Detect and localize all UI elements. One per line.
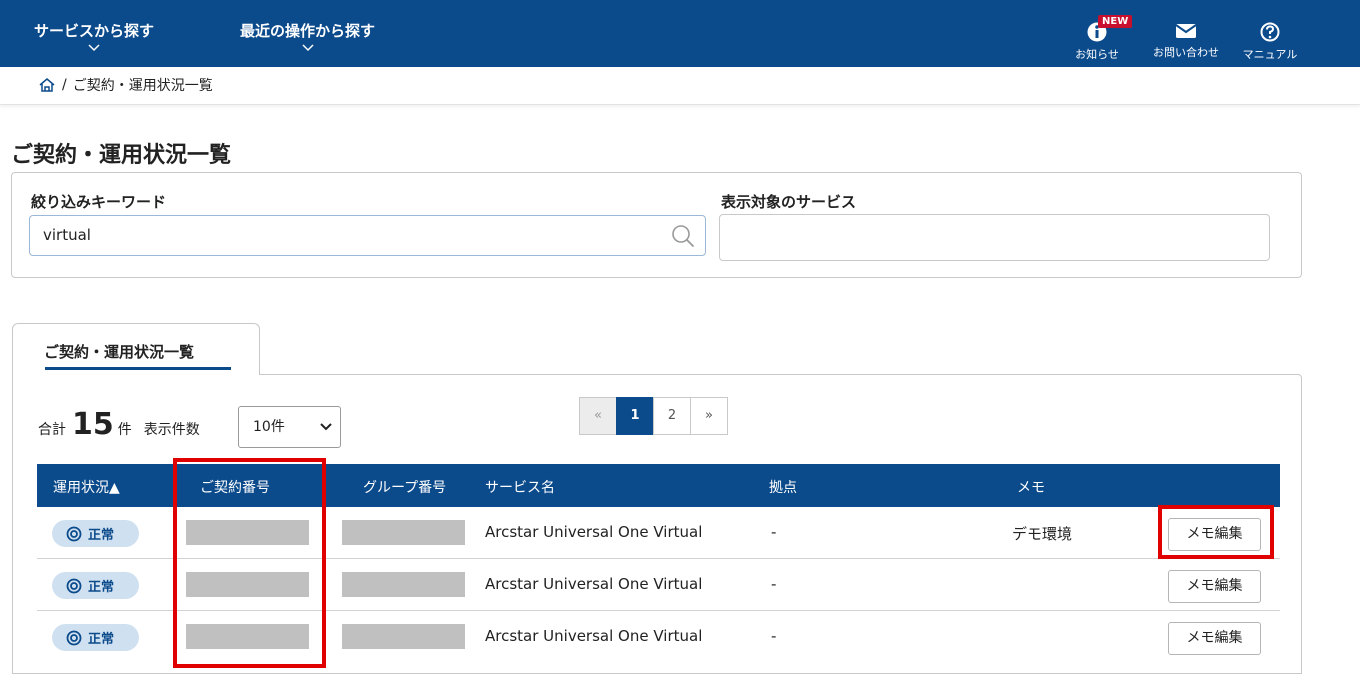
service-name: Arcstar Universal One Virtual [485, 575, 703, 593]
new-badge: NEW [1098, 15, 1133, 28]
group-number-redacted [342, 520, 465, 545]
search-icon[interactable] [671, 224, 695, 248]
service-filter-input[interactable] [719, 214, 1270, 261]
news-label: お知らせ [1075, 48, 1119, 61]
per-page-select[interactable]: 10件 [238, 406, 341, 448]
nav-service-label: サービスから探す [34, 22, 155, 40]
pagination-page-2[interactable]: 2 [653, 397, 691, 435]
contract-number-highlight [173, 458, 326, 668]
nav-service-menu[interactable]: サービスから探す [34, 20, 154, 53]
keyword-label: 絞り込みキーワード [31, 193, 167, 211]
tab-label: ご契約・運用状況一覧 [44, 343, 195, 361]
nav-recent-menu[interactable]: 最近の操作から探す [240, 20, 375, 53]
manual-link[interactable]: マニュアル [1230, 22, 1310, 62]
group-number-redacted [342, 572, 465, 597]
service-name: Arcstar Universal One Virtual [485, 523, 703, 541]
keyword-search-input[interactable]: virtual [29, 215, 706, 256]
mail-icon [1175, 24, 1197, 38]
per-page-label: 表示件数 [143, 422, 200, 438]
header-site[interactable]: 拠点 [769, 477, 797, 497]
group-number-redacted [342, 624, 465, 649]
service-name: Arcstar Universal One Virtual [485, 627, 703, 645]
tab-contract-status[interactable]: ご契約・運用状況一覧 [12, 323, 260, 375]
status-ok-icon [66, 630, 82, 645]
keyword-value: virtual [43, 226, 91, 244]
top-navigation-bar: サービスから探す 最近の操作から探す お知らせ NEW お問い合わせ マニュアル [0, 0, 1360, 67]
site: - [771, 575, 777, 593]
pagination: « 1 2 » [579, 397, 728, 435]
memo-edit-button[interactable]: メモ編集 [1168, 622, 1261, 655]
news-link[interactable]: お知らせ [1057, 22, 1137, 62]
tab-active-indicator [45, 367, 231, 370]
total-number: 15 [72, 407, 114, 442]
total-count: 合計 15 件 表示件数 [38, 407, 200, 442]
chevron-down-icon [88, 44, 100, 52]
site: - [771, 627, 777, 645]
page-title: ご契約・運用状況一覧 [11, 143, 232, 168]
memo-edit-highlight [1158, 505, 1274, 559]
chevron-down-icon [301, 44, 314, 52]
pagination-prev[interactable]: « [579, 397, 617, 435]
status-badge: 正常 [52, 520, 139, 547]
service-filter-label: 表示対象のサービス [721, 193, 857, 211]
pagination-next[interactable]: » [690, 397, 728, 435]
header-memo[interactable]: メモ [1017, 477, 1045, 497]
status-badge: 正常 [52, 624, 139, 651]
status-label: 正常 [88, 528, 115, 543]
memo: デモ環境 [1012, 525, 1073, 543]
breadcrumb: / ご契約・運用状況一覧 [38, 75, 213, 95]
status-ok-icon [66, 526, 82, 541]
help-icon [1260, 22, 1280, 42]
header-service-name[interactable]: サービス名 [485, 477, 555, 497]
contact-link[interactable]: お問い合わせ [1146, 22, 1226, 60]
filter-panel: 絞り込みキーワード virtual 表示対象のサービス [11, 172, 1302, 278]
breadcrumb-separator: / [62, 77, 67, 93]
header-status[interactable]: 運用状況▲ [53, 477, 120, 497]
breadcrumb-bar: / ご契約・運用状況一覧 [0, 67, 1360, 105]
pagination-page-1[interactable]: 1 [616, 397, 654, 435]
memo-edit-button[interactable]: メモ編集 [1168, 570, 1261, 603]
manual-label: マニュアル [1242, 48, 1298, 61]
chevron-down-icon [320, 423, 332, 431]
per-page-value: 10件 [253, 419, 285, 435]
contact-label: お問い合わせ [1153, 46, 1219, 59]
status-badge: 正常 [52, 572, 139, 599]
site: - [771, 523, 777, 541]
status-label: 正常 [88, 580, 115, 595]
breadcrumb-current: ご契約・運用状況一覧 [72, 78, 213, 94]
total-unit: 件 [117, 422, 132, 438]
header-group-number[interactable]: グループ番号 [363, 477, 446, 497]
home-icon[interactable] [38, 77, 56, 93]
total-prefix: 合計 [38, 422, 66, 438]
status-label: 正常 [88, 632, 115, 647]
nav-recent-label: 最近の操作から探す [240, 22, 376, 40]
status-ok-icon [66, 578, 82, 593]
